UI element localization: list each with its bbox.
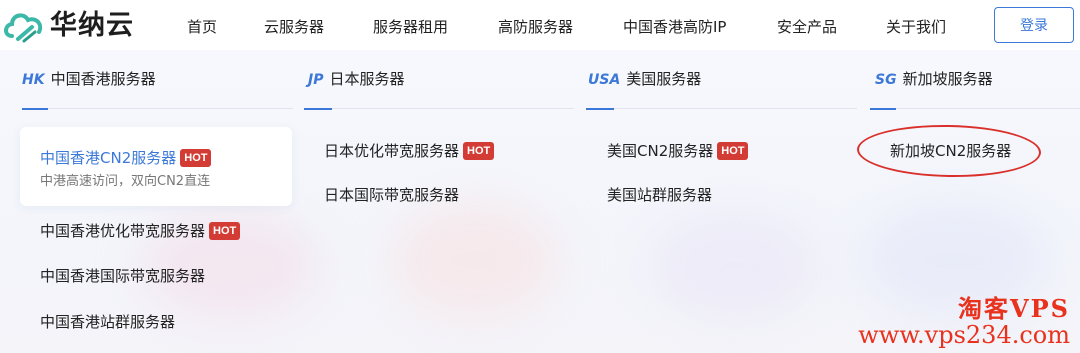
column-title: 日本服务器 bbox=[329, 70, 405, 88]
menu-item-hk-international[interactable]: 中国香港国际带宽服务器 bbox=[40, 265, 205, 286]
header-divider bbox=[896, 108, 1080, 109]
region-code: SG bbox=[875, 72, 897, 88]
login-button[interactable]: 登录 bbox=[994, 7, 1074, 43]
background-blur bbox=[390, 200, 560, 320]
server-dropdown-panel: HK 中国香港服务器 JP 日本服务器 USA 美国服务器 SG 新加坡服务器 … bbox=[0, 50, 1080, 353]
column-title: 新加坡服务器 bbox=[902, 70, 993, 88]
top-header: 华纳云 首页 云服务器 服务器租用 高防服务器 中国香港高防IP 安全产品 关于… bbox=[0, 0, 1080, 50]
column-header-sg: SG 新加坡服务器 bbox=[875, 68, 993, 89]
header-underline bbox=[870, 108, 896, 110]
menu-item-usa-cn2[interactable]: 美国CN2服务器 HOT bbox=[607, 140, 749, 161]
menu-item-description: 中港高速访问，双向CN2直连 bbox=[40, 174, 211, 189]
watermark-url: www.vps234.com bbox=[858, 321, 1070, 349]
menu-item-jp-optimized[interactable]: 日本优化带宽服务器 HOT bbox=[324, 140, 495, 161]
menu-item-label: 美国站群服务器 bbox=[607, 186, 713, 204]
brand-logo[interactable]: 华纳云 bbox=[2, 6, 152, 46]
hot-badge: HOT bbox=[209, 221, 241, 240]
menu-item-hk-optimized[interactable]: 中国香港优化带宽服务器 HOT bbox=[40, 220, 241, 241]
annotation-circle bbox=[856, 123, 1042, 179]
brand-name: 华纳云 bbox=[50, 10, 134, 41]
column-title: 美国服务器 bbox=[626, 70, 702, 88]
header-underline bbox=[22, 108, 48, 110]
nav-hk-ddos-ip[interactable]: 中国香港高防IP bbox=[623, 16, 726, 37]
menu-item-label: 美国CN2服务器 bbox=[607, 142, 714, 160]
region-code: HK bbox=[22, 72, 45, 88]
menu-item-label: 中国香港国际带宽服务器 bbox=[40, 267, 206, 285]
column-header-usa: USA 美国服务器 bbox=[588, 68, 701, 89]
nav-cloud-server[interactable]: 云服务器 bbox=[264, 16, 324, 37]
header-divider bbox=[48, 108, 293, 109]
menu-item-hk-sitegroup[interactable]: 中国香港站群服务器 bbox=[40, 311, 175, 332]
menu-item-label: 中国香港站群服务器 bbox=[40, 313, 176, 331]
hot-badge: HOT bbox=[463, 141, 495, 160]
hot-badge: HOT bbox=[717, 141, 749, 160]
header-underline bbox=[586, 108, 614, 110]
menu-item-hk-cn2[interactable]: 中国香港CN2服务器 HOT bbox=[40, 147, 212, 168]
nav-ddos-server[interactable]: 高防服务器 bbox=[498, 16, 573, 37]
background-blur bbox=[650, 210, 820, 320]
column-header-hk: HK 中国香港服务器 bbox=[22, 68, 156, 89]
hot-badge: HOT bbox=[180, 148, 212, 167]
cloud-logo-icon bbox=[4, 13, 43, 43]
menu-item-label: 日本国际带宽服务器 bbox=[324, 186, 460, 204]
header-divider bbox=[614, 108, 857, 109]
menu-item-jp-international[interactable]: 日本国际带宽服务器 bbox=[324, 184, 459, 205]
column-header-jp: JP 日本服务器 bbox=[308, 68, 405, 89]
column-title: 中国香港服务器 bbox=[50, 70, 156, 88]
region-code: USA bbox=[588, 72, 621, 88]
menu-item-label: 日本优化带宽服务器 bbox=[324, 142, 460, 160]
menu-item-label: 中国香港CN2服务器 bbox=[40, 149, 177, 167]
nav-home[interactable]: 首页 bbox=[187, 16, 217, 37]
region-code: JP bbox=[308, 72, 324, 88]
header-divider bbox=[332, 108, 574, 109]
menu-item-label: 中国香港优化带宽服务器 bbox=[40, 222, 206, 240]
nav-server-rental[interactable]: 服务器租用 bbox=[373, 16, 448, 37]
nav-security-products[interactable]: 安全产品 bbox=[777, 16, 837, 37]
watermark-title: 淘客VPS bbox=[958, 294, 1070, 323]
nav-about-us[interactable]: 关于我们 bbox=[886, 16, 946, 37]
menu-item-usa-sitegroup[interactable]: 美国站群服务器 bbox=[607, 184, 712, 205]
header-underline bbox=[304, 108, 332, 110]
watermark: 淘客VPS www.vps234.com bbox=[858, 294, 1070, 349]
